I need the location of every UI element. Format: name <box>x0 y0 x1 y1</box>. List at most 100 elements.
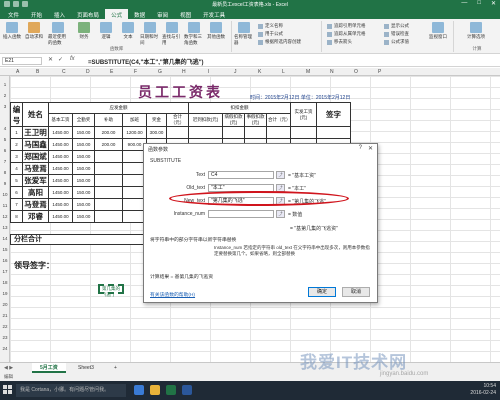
cortana-search-box[interactable]: 我是 Cortana，小娜。有问题尽管问我。 <box>16 384 126 397</box>
column-header[interactable]: J <box>234 69 237 75</box>
help-icon[interactable]: ? <box>359 145 362 152</box>
dialog-close-button[interactable]: ✕ <box>368 145 373 152</box>
header-overtime[interactable]: 加班 <box>122 113 147 127</box>
datetime-button[interactable]: 日期和时间 <box>140 22 160 46</box>
cell-name[interactable]: 张爱军 <box>22 174 49 187</box>
column-header[interactable]: G <box>158 69 162 75</box>
trace-dependents-button[interactable]: 追踪从属单元格 <box>327 31 366 37</box>
trace-precedents-button[interactable]: 追踪引用单元格 <box>327 23 366 29</box>
other-functions-button[interactable]: 其他函数 <box>206 22 226 40</box>
cell-basic[interactable]: 1450.00 <box>48 210 73 223</box>
cell-no[interactable]: 1 <box>10 126 23 139</box>
cell-allowance[interactable]: 150.00 <box>72 186 95 199</box>
name-box[interactable]: E21 <box>2 57 42 65</box>
header-bonus[interactable]: 奖金 <box>146 113 167 127</box>
row-header[interactable]: 11 <box>0 203 10 208</box>
column-header[interactable]: I <box>208 69 209 75</box>
use-in-formula-button[interactable]: 用于公式 <box>258 31 283 37</box>
autosum-button[interactable]: 自动求和 <box>24 22 44 40</box>
minimize-button[interactable]: — <box>461 0 467 7</box>
formula-input[interactable]: =SUBSTITUTE(C4,"本工","第几集的飞逃") <box>88 57 204 66</box>
tab-file[interactable]: 文件 <box>2 9 25 19</box>
header-sign[interactable]: 签字 <box>316 102 351 127</box>
cancel-icon[interactable]: ✕ <box>48 56 53 63</box>
row-header[interactable]: 15 <box>0 247 10 252</box>
remove-arrows-button[interactable]: 移去箭头 <box>327 39 352 45</box>
column-header[interactable]: N <box>330 69 334 75</box>
cell-allowance[interactable]: 150.00 <box>72 174 95 187</box>
row-header[interactable]: 22 <box>0 324 10 329</box>
column-header[interactable]: E <box>110 69 113 75</box>
watch-window-button[interactable]: 监视窗口 <box>428 22 448 40</box>
header-total2[interactable]: 合计（元） <box>266 113 291 127</box>
cell-subsidy[interactable]: 200.00 <box>94 126 123 139</box>
cell-name[interactable]: 邓睿 <box>22 210 49 223</box>
cell-no[interactable]: 3 <box>10 150 23 163</box>
row-header[interactable]: 8 <box>0 170 10 175</box>
tab-page-layout[interactable]: 页面布局 <box>71 9 105 19</box>
define-name-button[interactable]: 定义名称 <box>258 23 283 29</box>
edge-icon[interactable] <box>134 385 144 395</box>
fx-icon[interactable]: fx <box>70 56 75 62</box>
cell-allowance[interactable]: 150.00 <box>72 210 95 223</box>
row-header[interactable]: 16 <box>0 258 10 263</box>
cell-name[interactable]: 马登焉 <box>22 162 49 175</box>
column-header[interactable]: K <box>258 69 261 75</box>
row-header[interactable]: 1 <box>0 82 10 87</box>
row-header[interactable]: 13 <box>0 225 10 230</box>
word-icon[interactable] <box>182 385 192 395</box>
help-link[interactable]: 有关该函数的帮助(H) <box>150 291 195 298</box>
row-header[interactable]: 21 <box>0 313 10 318</box>
close-button[interactable]: ✕ <box>491 0 496 7</box>
row-header[interactable]: 12 <box>0 214 10 219</box>
instance-num-arg-input[interactable] <box>208 210 274 218</box>
header-name[interactable]: 姓名 <box>22 102 49 127</box>
collapse-ref-icon[interactable]: ⤴ <box>276 171 285 179</box>
cell-allowance[interactable]: 150.00 <box>72 198 95 211</box>
add-sheet-button[interactable]: + <box>106 363 125 373</box>
row-header[interactable]: 6 <box>0 148 10 153</box>
cell-basic[interactable]: 1450.00 <box>48 162 73 175</box>
tab-formulas[interactable]: 公式 <box>105 9 129 19</box>
header-total1[interactable]: 合计（元） <box>166 113 189 127</box>
header-allowance[interactable]: 全勤奖 <box>72 113 95 127</box>
cell-allowance[interactable]: 150.00 <box>72 138 95 151</box>
cell-no[interactable]: 7 <box>10 198 23 211</box>
header-basic[interactable]: 基本工资 <box>48 113 73 127</box>
row-header[interactable]: 23 <box>0 335 10 340</box>
header-tardy[interactable]: 迟到扣款(元) <box>188 113 223 127</box>
cell-no[interactable]: 8 <box>10 210 23 223</box>
column-header[interactable]: D <box>86 69 90 75</box>
column-header[interactable]: A <box>16 69 19 75</box>
cell-basic[interactable]: 1450.00 <box>48 198 73 211</box>
row-header[interactable]: 3 <box>0 104 10 109</box>
tab-insert[interactable]: 插入 <box>48 9 71 19</box>
tab-view[interactable]: 视图 <box>174 9 197 19</box>
cell-basic[interactable]: 1450.00 <box>48 138 73 151</box>
header-actual[interactable]: 实发工资(元) <box>290 102 317 127</box>
sheet-tab-may-salary[interactable]: 5月工资 <box>32 363 66 373</box>
row-header[interactable]: 24 <box>0 346 10 351</box>
text-button[interactable]: 文本 <box>118 22 138 40</box>
row-header[interactable]: 9 <box>0 181 10 186</box>
ok-button[interactable]: 确定 <box>308 287 336 297</box>
column-header[interactable]: C <box>62 69 66 75</box>
financial-button[interactable]: 财务 <box>74 22 94 40</box>
sheet-tab-sheet3[interactable]: Sheet3 <box>70 363 102 373</box>
column-header[interactable]: H <box>182 69 186 75</box>
file-explorer-icon[interactable] <box>150 385 160 395</box>
row-header[interactable]: 10 <box>0 192 10 197</box>
windows-start-icon[interactable] <box>3 385 13 395</box>
header-subsidy[interactable]: 补助 <box>94 113 123 127</box>
cell-basic[interactable]: 1450.00 <box>48 174 73 187</box>
column-header[interactable]: B <box>36 69 39 75</box>
cell-no[interactable]: 2 <box>10 138 23 151</box>
row-header[interactable]: 18 <box>0 280 10 285</box>
insert-function-button[interactable]: 插入函数 <box>2 22 22 40</box>
cell-no[interactable]: 6 <box>10 186 23 199</box>
cell-basic[interactable]: 1450.00 <box>48 126 73 139</box>
collapse-ref-icon[interactable]: ⤴ <box>276 210 285 218</box>
tab-data[interactable]: 数据 <box>128 9 151 19</box>
row-header[interactable]: 7 <box>0 159 10 164</box>
row-header[interactable]: 2 <box>0 93 10 98</box>
